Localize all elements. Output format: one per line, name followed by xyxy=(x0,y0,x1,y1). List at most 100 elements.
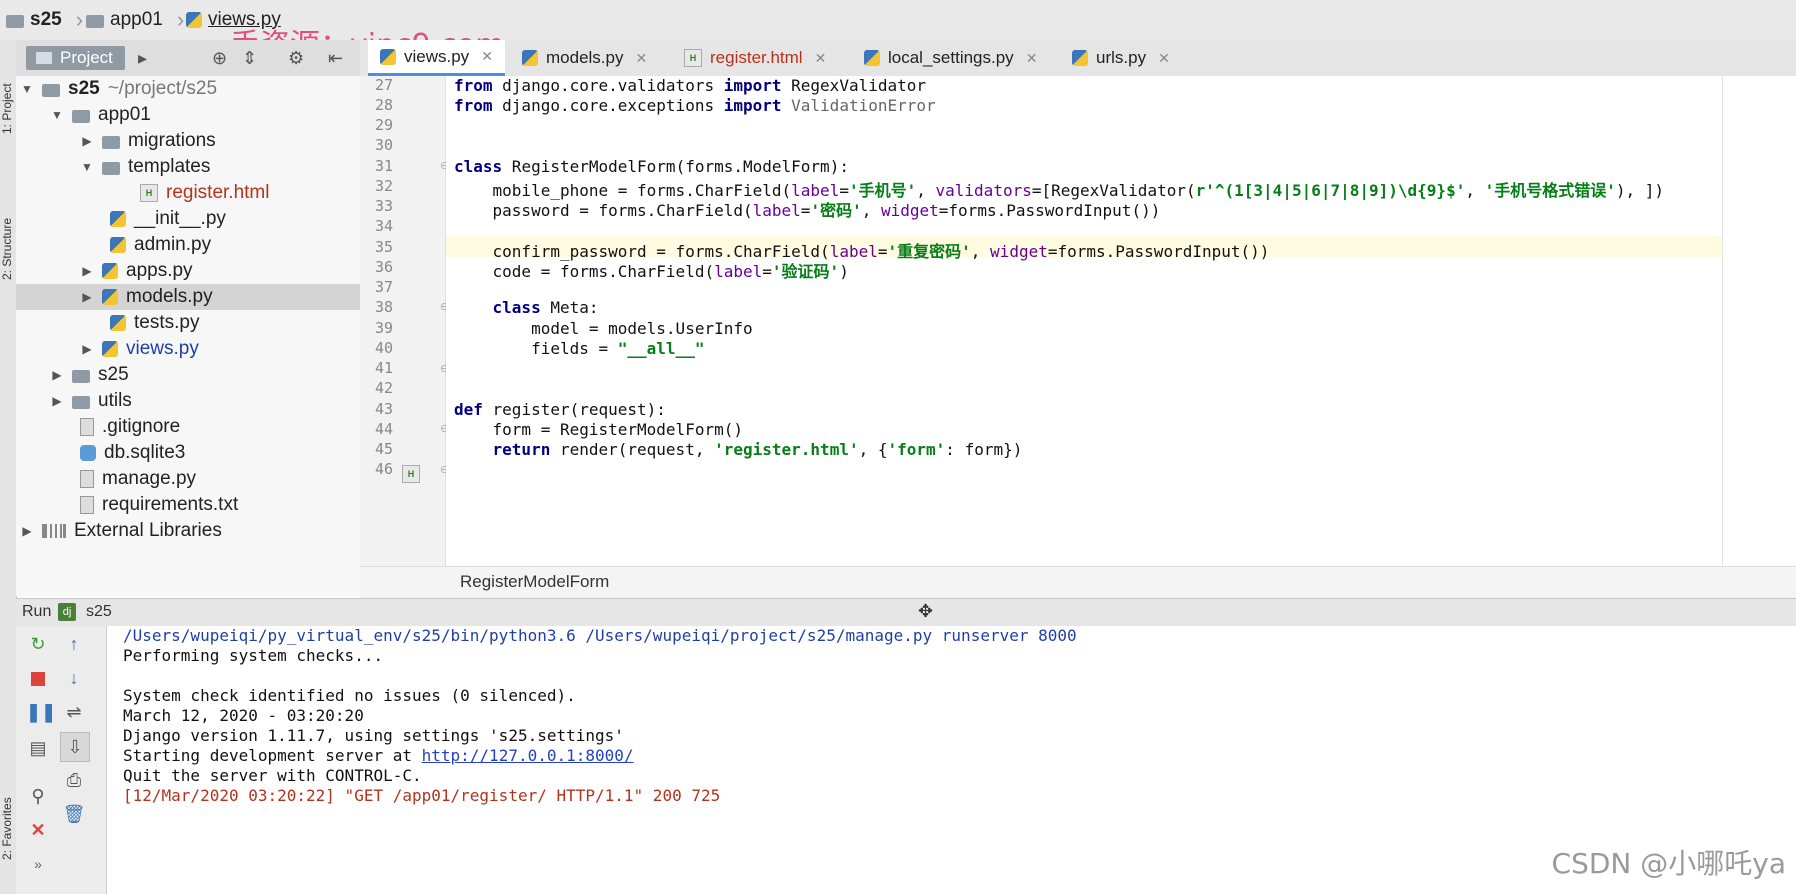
code-editor[interactable]: from django.core.validators import Regex… xyxy=(446,76,1796,566)
line-number: 31 xyxy=(374,157,393,175)
scroll-down-icon[interactable]: ↓ xyxy=(62,666,86,690)
database-icon xyxy=(80,445,96,461)
tree-item-templates[interactable]: ▼ templates xyxy=(80,154,210,180)
python-file-icon xyxy=(110,211,126,227)
expand-arrow-icon[interactable]: ▼ xyxy=(50,102,64,128)
hide-panel-icon[interactable]: ⇤ xyxy=(328,48,343,69)
scroll-up-icon[interactable]: ↑ xyxy=(62,632,86,656)
tab-urls-py[interactable]: urls.py ✕ xyxy=(1060,40,1182,76)
tab-register-html[interactable]: H register.html ✕ xyxy=(672,40,838,76)
close-icon[interactable]: ✕ xyxy=(1026,50,1038,67)
soft-wrap-icon[interactable]: ⇌ xyxy=(62,700,86,724)
run-config-name[interactable]: s25 xyxy=(86,603,112,621)
python-file-icon xyxy=(864,50,880,66)
tab-views-py[interactable]: views.py ✕ xyxy=(368,40,505,76)
tree-item-apps-py[interactable]: ▶ apps.py xyxy=(80,258,192,284)
tree-item-utils[interactable]: ▶ utils xyxy=(50,388,131,414)
close-icon[interactable]: ✕ xyxy=(815,50,827,67)
tree-item-s25[interactable]: ▼ s25 ~/project/s25 xyxy=(20,76,217,102)
rerun-icon[interactable]: ↻ xyxy=(26,632,50,656)
html-file-icon: H xyxy=(684,49,702,67)
line-number: 29 xyxy=(374,116,393,134)
expand-arrow-icon[interactable]: ▼ xyxy=(20,76,34,102)
gear-icon[interactable]: ⚙ xyxy=(288,48,304,69)
text-file-icon xyxy=(80,470,94,488)
tree-item-views-py[interactable]: ▶ views.py xyxy=(80,336,198,362)
expand-arrow-icon[interactable]: ▶ xyxy=(50,362,64,388)
stop-icon[interactable] xyxy=(26,666,50,690)
tab-models-py[interactable]: models.py ✕ xyxy=(510,40,659,76)
tree-item-db-sqlite3[interactable]: db.sqlite3 xyxy=(80,440,185,466)
expand-arrow-icon[interactable]: ▶ xyxy=(50,388,64,414)
line-number: 45 xyxy=(374,440,393,458)
folder-icon xyxy=(102,161,120,175)
close-icon[interactable]: ✕ xyxy=(481,48,493,65)
console-line: Django version 1.11.7, using settings 's… xyxy=(123,726,624,745)
layout-icon[interactable]: ▤ xyxy=(26,736,50,760)
python-file-icon xyxy=(522,50,538,66)
line-number-gutter[interactable]: 27 28 29 30 31 32 33 34 35 36 37 38 39 4… xyxy=(360,76,449,566)
expand-arrow-icon[interactable]: ▶ xyxy=(80,258,94,284)
close-icon[interactable]: ✕ xyxy=(1158,50,1170,67)
trash-icon[interactable]: 🗑 xyxy=(62,802,86,826)
expand-arrow-icon[interactable]: ▶ xyxy=(80,128,94,154)
favorites-tool-label[interactable]: 2: Favorites xyxy=(0,760,16,860)
python-file-icon xyxy=(102,341,118,357)
resize-cursor-icon: ✥ xyxy=(918,601,934,621)
collapse-all-icon[interactable]: ⇕ xyxy=(242,48,257,69)
console-command-line: /Users/wupeiqi/py_virtual_env/s25/bin/py… xyxy=(123,626,1077,645)
tree-item-models-py[interactable]: ▶ models.py xyxy=(16,284,360,310)
code-line-45: return render(request, 'register.html', … xyxy=(454,440,1023,459)
line-number: 30 xyxy=(374,136,393,154)
close-icon[interactable]: ✕ xyxy=(635,50,647,67)
html-template-gutter-icon[interactable]: H xyxy=(402,465,420,483)
folder-icon xyxy=(72,369,90,383)
console-line: Starting development server at http://12… xyxy=(123,746,634,765)
run-console[interactable]: /Users/wupeiqi/py_virtual_env/s25/bin/py… xyxy=(107,626,1796,894)
line-number: 33 xyxy=(374,197,393,215)
folder-icon xyxy=(42,83,60,97)
tree-item-external-libraries[interactable]: ▶ External Libraries xyxy=(20,518,221,544)
expand-arrow-icon[interactable]: ▶ xyxy=(80,336,94,362)
tree-item-gitignore[interactable]: .gitignore xyxy=(80,414,180,440)
tree-item-init-py[interactable]: __init__.py xyxy=(110,206,226,232)
line-number: 34 xyxy=(374,217,393,235)
project-view-selector[interactable]: Project xyxy=(26,46,125,70)
tree-item-manage-py[interactable]: manage.py xyxy=(80,466,196,492)
expand-arrow-icon[interactable]: ▶ xyxy=(20,518,34,544)
left-tool-stripe: 1: Project 2: Structure 2: Favorites xyxy=(0,40,17,894)
close-run-icon[interactable]: ✕ xyxy=(26,818,50,842)
folder-icon xyxy=(6,14,24,28)
tree-item-migrations[interactable]: ▶ migrations xyxy=(80,128,215,154)
structure-tool-label[interactable]: 2: Structure xyxy=(0,170,16,280)
tree-item-requirements-txt[interactable]: requirements.txt xyxy=(80,492,238,518)
pause-icon[interactable]: ❚❚ xyxy=(26,700,56,724)
tree-item-app01[interactable]: ▼ app01 xyxy=(50,102,151,128)
right-margin-guide xyxy=(1722,76,1723,566)
tree-item-tests-py[interactable]: tests.py xyxy=(110,310,199,336)
tree-item-admin-py[interactable]: admin.py xyxy=(110,232,211,258)
breadcrumb-project[interactable]: s25 › xyxy=(6,7,83,32)
tree-item-register-html[interactable]: H register.html xyxy=(140,180,269,206)
tab-local-settings-py[interactable]: local_settings.py ✕ xyxy=(852,40,1049,76)
print-icon[interactable]: ⎙ xyxy=(62,768,86,792)
view-dropdown-icon[interactable]: ▸ xyxy=(138,48,147,69)
python-file-icon xyxy=(110,237,126,253)
line-number: 44 xyxy=(374,420,393,438)
scroll-to-end-icon[interactable]: ⇩ xyxy=(60,732,90,762)
server-url-link[interactable]: http://127.0.0.1:8000/ xyxy=(422,746,634,765)
editor-breadcrumb[interactable]: RegisterModelForm xyxy=(460,572,609,592)
line-number: 36 xyxy=(374,258,393,276)
pin-icon[interactable]: ⚲ xyxy=(26,784,50,808)
project-tool-label[interactable]: 1: Project xyxy=(0,54,16,134)
tree-item-s25-package[interactable]: ▶ s25 xyxy=(50,362,128,388)
breadcrumb-app01[interactable]: app01 › xyxy=(86,7,184,32)
line-number: 42 xyxy=(374,379,393,397)
expand-arrow-icon[interactable]: ▼ xyxy=(80,154,94,180)
html-file-icon: H xyxy=(140,184,158,202)
expand-arrow-icon[interactable]: ▶ xyxy=(80,284,94,310)
line-number: 39 xyxy=(374,319,393,337)
locate-file-icon[interactable]: ⊕ xyxy=(212,48,227,69)
run-panel-header: Run dj s25 ✥ xyxy=(16,598,1796,628)
more-tools-icon[interactable]: » xyxy=(26,852,50,876)
